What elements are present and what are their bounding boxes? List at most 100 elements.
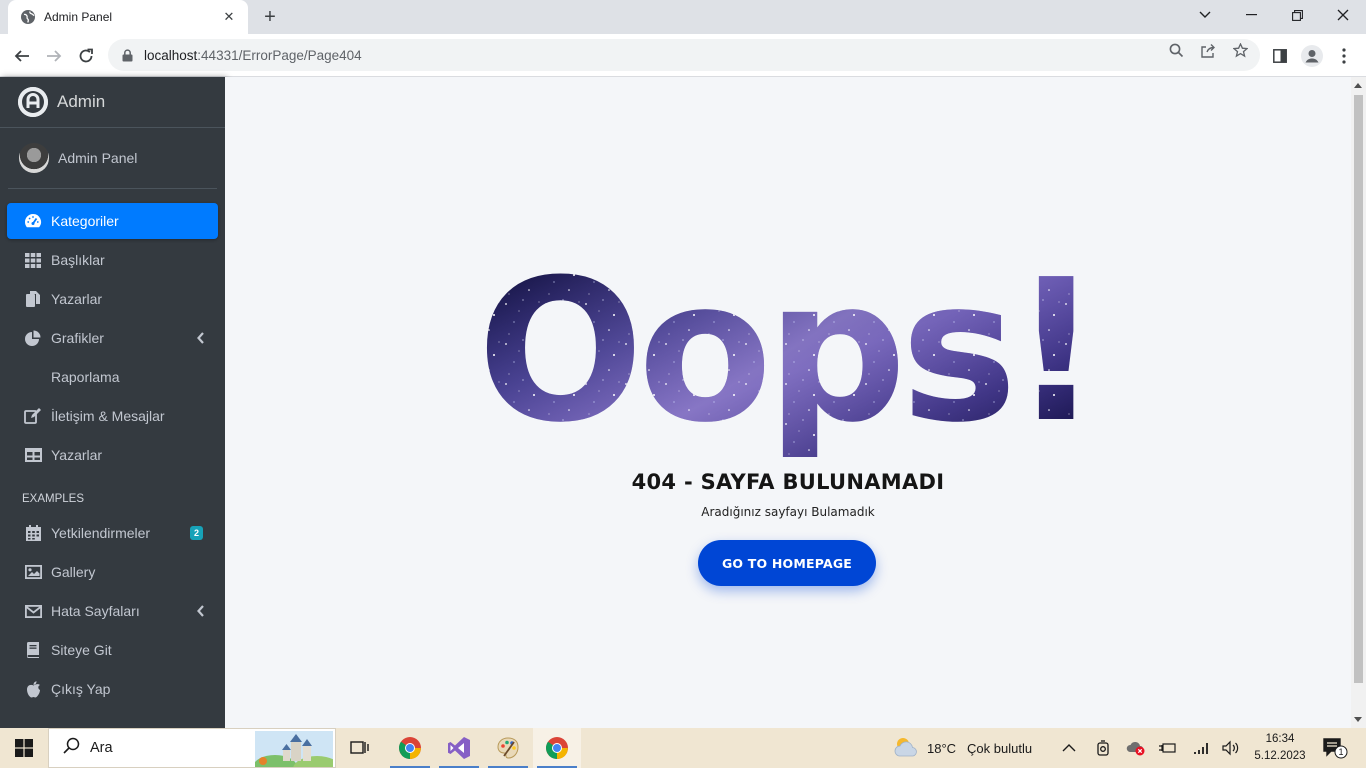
sidebar-item-kategoriler[interactable]: Kategoriler	[7, 203, 218, 239]
sidebar-item-label: Gallery	[51, 564, 96, 580]
visual-studio-icon[interactable]	[435, 728, 483, 768]
avatar	[19, 143, 49, 173]
oops-text-stars: Oops!	[477, 257, 1095, 457]
brand-text: Admin	[57, 92, 106, 111]
url-text: localhost:44331/ErrorPage/Page404	[144, 47, 362, 63]
chevron-left-icon	[197, 332, 204, 344]
browser-tabstrip: Admin Panel ✕ +	[0, 0, 1366, 34]
brand-link[interactable]: Admin	[0, 77, 225, 128]
oops-headline: Oops! Oops! Oops!	[477, 257, 1101, 457]
weather-desc: Çok bulutlu	[967, 740, 1033, 756]
sidebar-item-label: İletişim & Mesajlar	[51, 408, 165, 424]
grid-icon	[24, 251, 42, 269]
battery-plug-icon[interactable]	[1158, 728, 1176, 768]
go-to-homepage-button[interactable]: GO TO HOMEPAGE	[698, 540, 876, 586]
sidebar-item-basliklar[interactable]: Başlıklar	[7, 242, 218, 278]
sidebar-item-hata-sayfalari[interactable]: Hata Sayfaları	[7, 593, 218, 629]
nav-section-header: EXAMPLES	[22, 493, 84, 505]
minimize-button[interactable]	[1228, 0, 1274, 30]
sidebar-item-label: Yetkilendirmeler	[51, 525, 151, 541]
scrollbar-thumb[interactable]	[1354, 95, 1363, 683]
sidebar-item-raporlama[interactable]: Raporlama	[7, 359, 218, 395]
sidebar-item-label: Siteye Git	[51, 642, 112, 658]
search-icon	[63, 737, 80, 759]
weather-widget[interactable]: 18°C Çok bulutlu	[893, 728, 1032, 768]
browser-tab[interactable]: Admin Panel ✕	[8, 0, 248, 34]
chrome-active-taskbar-icon[interactable]	[533, 728, 581, 768]
windows-taskbar: Ara 18°C Çok bulutlu 16:34 5.12.2023 1	[0, 728, 1366, 768]
pie-chart-icon	[24, 329, 42, 347]
error-title: 404 - SAYFA BULUNAMADI	[631, 470, 945, 494]
windows-start-icon[interactable]	[0, 728, 48, 768]
table-icon	[24, 446, 42, 464]
sidebar-item-yazarlar[interactable]: Yazarlar	[7, 281, 218, 317]
onedrive-error-icon[interactable]	[1126, 728, 1146, 768]
back-arrow-icon[interactable]	[8, 42, 36, 70]
sidebar-item-grafikler[interactable]: Grafikler	[7, 320, 218, 356]
zoom-search-icon[interactable]	[1166, 42, 1186, 58]
taskbar-clock[interactable]: 16:34 5.12.2023	[1248, 731, 1312, 765]
sidebar-item-yetkilendirmeler[interactable]: Yetkilendirmeler 2	[7, 515, 218, 551]
sidebar-item-siteye-git[interactable]: Siteye Git	[7, 632, 218, 668]
clock-date: 5.12.2023	[1254, 750, 1306, 762]
copy-icon	[24, 290, 42, 308]
count-badge: 2	[189, 526, 203, 540]
tab-close-icon[interactable]: ✕	[220, 8, 238, 26]
search-highlight-illustration	[255, 731, 333, 767]
image-icon	[24, 563, 42, 581]
new-tab-button[interactable]: +	[258, 6, 282, 28]
sidebar-item-label: Başlıklar	[51, 252, 105, 268]
sidebar: Admin Admin Panel Kategoriler Başlıklar …	[0, 77, 225, 728]
address-bar[interactable]: localhost:44331/ErrorPage/Page404	[108, 39, 1260, 71]
sidebar-item-label: Yazarlar	[51, 291, 103, 307]
sidebar-item-cikis-yap[interactable]: Çıkış Yap	[7, 671, 218, 707]
scroll-up-arrow-icon[interactable]	[1354, 83, 1362, 88]
sidebar-item-yazarlar-table[interactable]: Yazarlar	[7, 437, 218, 473]
meet-icon[interactable]	[1095, 728, 1111, 768]
notification-count: 1	[1338, 747, 1344, 757]
weather-temp: 18°C	[927, 740, 957, 756]
forward-arrow-icon[interactable]	[40, 42, 68, 70]
user-name: Admin Panel	[58, 150, 138, 166]
envelope-icon	[24, 602, 42, 620]
paint-icon[interactable]	[484, 728, 532, 768]
user-panel[interactable]: Admin Panel	[8, 128, 217, 189]
page-scrollbar[interactable]	[1351, 77, 1366, 728]
task-view-icon[interactable]	[336, 728, 384, 768]
lock-icon[interactable]	[122, 48, 136, 62]
tab-search-icon[interactable]	[1182, 0, 1228, 30]
edit-icon	[24, 407, 42, 425]
sidebar-item-iletisim[interactable]: İletişim & Mesajlar	[7, 398, 218, 434]
wifi-icon[interactable]	[1192, 728, 1210, 768]
globe-icon	[20, 9, 36, 25]
apple-icon	[24, 680, 42, 698]
error-subtitle: Aradığınız sayfayı Bulamadık	[701, 505, 875, 519]
sidebar-item-label: Çıkış Yap	[51, 681, 111, 697]
chrome-taskbar-icon[interactable]	[386, 728, 434, 768]
sidebar-item-label: Raporlama	[51, 369, 120, 385]
side-panel-icon[interactable]	[1266, 42, 1294, 70]
scroll-down-arrow-icon[interactable]	[1354, 717, 1362, 722]
restore-button[interactable]	[1274, 0, 1320, 30]
admin-logo-icon	[18, 87, 48, 117]
chevron-left-icon	[197, 605, 204, 617]
bookmark-star-icon[interactable]	[1230, 42, 1250, 58]
sidebar-item-label: Kategoriler	[51, 213, 119, 229]
profile-icon[interactable]	[1298, 42, 1326, 70]
sidebar-item-label: Yazarlar	[51, 447, 103, 463]
search-placeholder: Ara	[90, 740, 113, 756]
tab-title: Admin Panel	[44, 10, 113, 24]
calendar-icon	[24, 524, 42, 542]
kebab-menu-icon[interactable]	[1330, 42, 1358, 70]
action-center-icon[interactable]: 1	[1322, 728, 1348, 768]
taskbar-search[interactable]: Ara	[48, 728, 336, 768]
clock-time: 16:34	[1265, 733, 1295, 745]
sidebar-item-gallery[interactable]: Gallery	[7, 554, 218, 590]
close-window-button[interactable]	[1320, 0, 1366, 30]
speaker-icon[interactable]	[1221, 728, 1241, 768]
book-icon	[24, 641, 42, 659]
share-icon[interactable]	[1198, 42, 1218, 58]
sidebar-item-label: Hata Sayfaları	[51, 603, 140, 619]
show-hidden-icons-icon[interactable]	[1062, 728, 1076, 768]
reload-icon[interactable]	[72, 42, 100, 70]
